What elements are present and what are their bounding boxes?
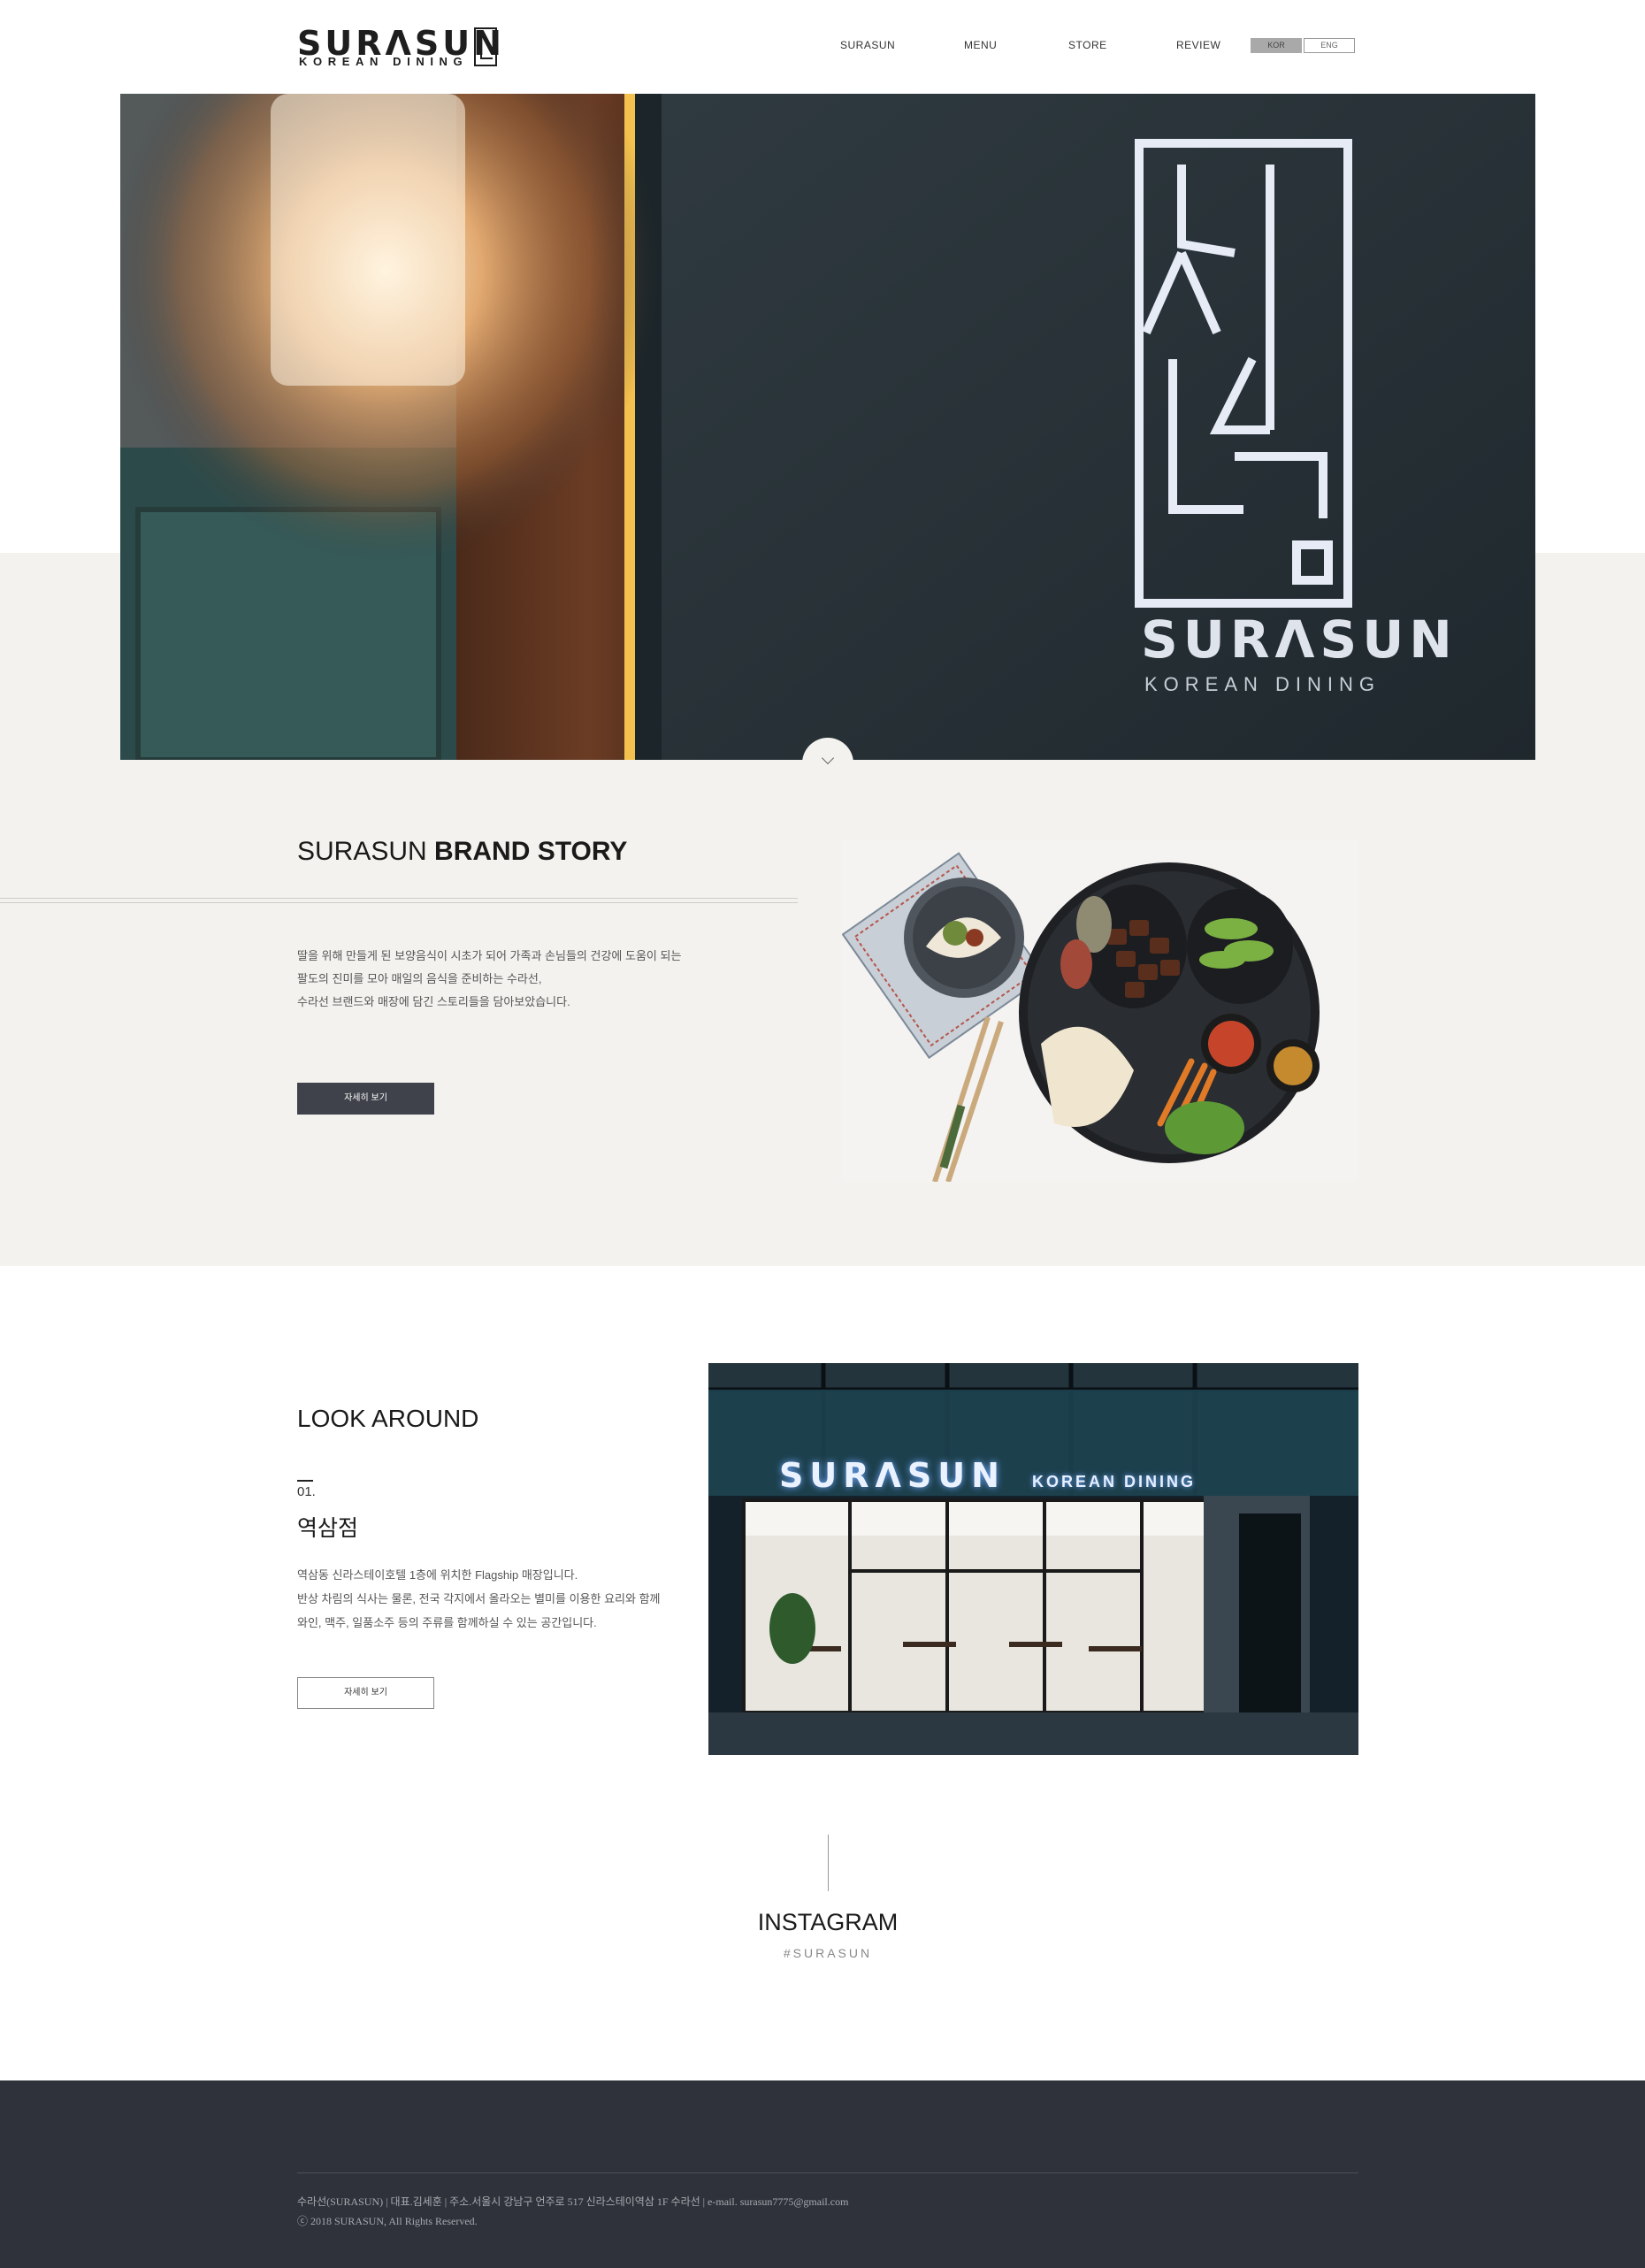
hero-sign-title: SURΛSUN: [1141, 609, 1458, 670]
store-more-button[interactable]: 자세히 보기: [297, 1677, 434, 1709]
brand-food-photo: [842, 840, 1358, 1182]
brand-line: 수라선 브랜드와 매장에 담긴 스토리들을 담아보았습니다.: [297, 995, 570, 1008]
store-description: 역삼동 신라스테이호텔 1층에 위치한 Flagship 매장입니다. 반상 차…: [297, 1563, 661, 1635]
divider: [828, 1835, 829, 1891]
logo-mark-icon: [474, 27, 497, 66]
nav-surasun[interactable]: SURASUN: [840, 39, 895, 51]
store-number: 01.: [297, 1484, 316, 1499]
lang-kor-button[interactable]: KOR: [1251, 38, 1302, 53]
store-name: 역삼점: [297, 1516, 359, 1541]
logo-subtitle: KOREAN DINING: [299, 55, 469, 68]
store-line: 반상 차림의 식사는 물론, 전국 각지에서 올라오는 별미를 이용한 요리와 …: [297, 1592, 661, 1605]
hero-image: SURΛSUN KOREAN DINING: [120, 94, 1535, 760]
instagram-hashtag[interactable]: #SURASUN: [0, 1946, 1645, 1960]
nav-store[interactable]: STORE: [1068, 39, 1107, 51]
divider: [0, 898, 798, 899]
store-illustration: [708, 1363, 1358, 1755]
store-line: 역삼동 신라스테이호텔 1층에 위치한 Flagship 매장입니다.: [297, 1568, 578, 1582]
store-photo-sign: SURΛSUN: [779, 1456, 1006, 1495]
hero-sign-subtitle: KOREAN DINING: [1144, 673, 1381, 695]
nav-review[interactable]: REVIEW: [1176, 39, 1220, 51]
store-photo-sign-sub: KOREAN DINING: [1032, 1473, 1197, 1490]
logo[interactable]: SURΛSUN KOREAN DINING: [297, 27, 502, 68]
brand-title-bold: BRAND STORY: [434, 837, 628, 866]
scroll-down-icon[interactable]: [802, 738, 853, 789]
brand-title-light: SURASUN: [297, 837, 435, 866]
instagram-title: INSTAGRAM: [757, 1909, 899, 1935]
footer-info: 수라선(SURASUN) | 대표.김세훈 | 주소.서울시 강남구 언주로 5…: [297, 2195, 849, 2208]
divider: [0, 902, 798, 903]
brand-more-button[interactable]: 자세히 보기: [297, 1083, 434, 1115]
nav-menu[interactable]: MENU: [964, 39, 997, 51]
brand-story-text: 딸을 위해 만들게 된 보양음식이 시초가 되어 가족과 손님들의 건강에 도움…: [297, 945, 681, 1014]
look-around-title: LOOK AROUND: [297, 1405, 479, 1432]
brand-story-title: SURASUN BRAND STORY: [297, 837, 627, 867]
lang-eng-button[interactable]: ENG: [1304, 38, 1355, 53]
footer-copyright: ⓒ 2018 SURASUN, All Rights Reserved.: [297, 2215, 478, 2227]
store-photo: SURΛSUN KOREAN DINING: [708, 1363, 1358, 1755]
brand-line: 딸을 위해 만들게 된 보양음식이 시초가 되어 가족과 손님들의 건강에 도움…: [297, 949, 682, 962]
site-footer: 수라선(SURASUN) | 대표.김세훈 | 주소.서울시 강남구 언주로 5…: [0, 2080, 1645, 2268]
site-header: SURΛSUN KOREAN DINING SURASUN MENU STORE…: [0, 0, 1645, 94]
food-illustration: [842, 840, 1358, 1182]
divider: [297, 2172, 1358, 2173]
store-line: 와인, 맥주, 일품소주 등의 주류를 함께하실 수 있는 공간입니다.: [297, 1616, 597, 1629]
brand-line: 팔도의 진미를 모아 매일의 음식을 준비하는 수라선,: [297, 972, 542, 985]
divider: [297, 1480, 313, 1482]
